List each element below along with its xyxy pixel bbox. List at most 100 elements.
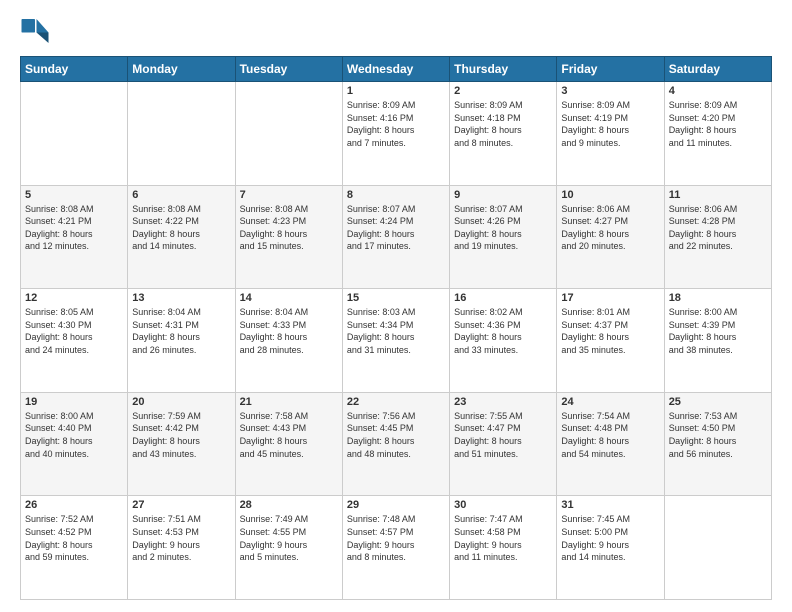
day-number: 25 [669,396,767,408]
calendar-cell: 28 Sunrise: 7:49 AM Sunset: 4:55 PM Dayli… [235,496,342,600]
calendar-cell: 31 Sunrise: 7:45 AM Sunset: 5:00 PM Dayli… [557,496,664,600]
day-info: Sunrise: 7:59 AM Sunset: 4:42 PM Dayligh… [132,410,230,460]
day-number: 22 [347,396,445,408]
calendar-week-row: 19 Sunrise: 8:00 AM Sunset: 4:40 PM Dayli… [21,392,772,496]
weekday-header: Friday [557,57,664,82]
day-info: Sunrise: 8:03 AM Sunset: 4:34 PM Dayligh… [347,306,445,356]
calendar-cell: 10 Sunrise: 8:06 AM Sunset: 4:27 PM Dayli… [557,185,664,289]
day-info: Sunrise: 8:01 AM Sunset: 4:37 PM Dayligh… [561,306,659,356]
day-number: 17 [561,292,659,304]
day-number: 7 [240,189,338,201]
day-info: Sunrise: 7:54 AM Sunset: 4:48 PM Dayligh… [561,410,659,460]
day-number: 26 [25,499,123,511]
day-info: Sunrise: 7:49 AM Sunset: 4:55 PM Dayligh… [240,513,338,563]
calendar-cell: 5 Sunrise: 8:08 AM Sunset: 4:21 PM Daylig… [21,185,128,289]
calendar-cell: 14 Sunrise: 8:04 AM Sunset: 4:33 PM Dayli… [235,289,342,393]
day-info: Sunrise: 8:06 AM Sunset: 4:28 PM Dayligh… [669,203,767,253]
calendar-week-row: 1 Sunrise: 8:09 AM Sunset: 4:16 PM Daylig… [21,82,772,186]
logo [20,16,54,46]
day-info: Sunrise: 7:55 AM Sunset: 4:47 PM Dayligh… [454,410,552,460]
calendar-week-row: 5 Sunrise: 8:08 AM Sunset: 4:21 PM Daylig… [21,185,772,289]
calendar-cell [128,82,235,186]
day-info: Sunrise: 7:51 AM Sunset: 4:53 PM Dayligh… [132,513,230,563]
day-info: Sunrise: 7:52 AM Sunset: 4:52 PM Dayligh… [25,513,123,563]
day-number: 27 [132,499,230,511]
day-info: Sunrise: 7:56 AM Sunset: 4:45 PM Dayligh… [347,410,445,460]
day-info: Sunrise: 8:08 AM Sunset: 4:23 PM Dayligh… [240,203,338,253]
calendar-week-row: 12 Sunrise: 8:05 AM Sunset: 4:30 PM Dayli… [21,289,772,393]
calendar-cell: 22 Sunrise: 7:56 AM Sunset: 4:45 PM Dayli… [342,392,449,496]
calendar-cell: 11 Sunrise: 8:06 AM Sunset: 4:28 PM Dayli… [664,185,771,289]
calendar-cell: 13 Sunrise: 8:04 AM Sunset: 4:31 PM Dayli… [128,289,235,393]
weekday-header: Saturday [664,57,771,82]
calendar-cell: 15 Sunrise: 8:03 AM Sunset: 4:34 PM Dayli… [342,289,449,393]
calendar-cell: 8 Sunrise: 8:07 AM Sunset: 4:24 PM Daylig… [342,185,449,289]
calendar-cell: 7 Sunrise: 8:08 AM Sunset: 4:23 PM Daylig… [235,185,342,289]
day-number: 24 [561,396,659,408]
day-info: Sunrise: 7:47 AM Sunset: 4:58 PM Dayligh… [454,513,552,563]
day-number: 9 [454,189,552,201]
day-number: 19 [25,396,123,408]
page: SundayMondayTuesdayWednesdayThursdayFrid… [0,0,792,612]
day-number: 28 [240,499,338,511]
weekday-header: Sunday [21,57,128,82]
weekday-header: Thursday [450,57,557,82]
day-info: Sunrise: 8:06 AM Sunset: 4:27 PM Dayligh… [561,203,659,253]
calendar-cell: 4 Sunrise: 8:09 AM Sunset: 4:20 PM Daylig… [664,82,771,186]
calendar-cell: 2Sunrise: 8:09 AM Sunset: 4:18 PM Daylig… [450,82,557,186]
day-info: Sunrise: 8:00 AM Sunset: 4:40 PM Dayligh… [25,410,123,460]
day-info: Sunrise: 8:07 AM Sunset: 4:24 PM Dayligh… [347,203,445,253]
day-number: 16 [454,292,552,304]
day-number: 15 [347,292,445,304]
day-number: 31 [561,499,659,511]
calendar-table: SundayMondayTuesdayWednesdayThursdayFrid… [20,56,772,600]
day-number: 14 [240,292,338,304]
calendar-cell: 21Sunrise: 7:58 AM Sunset: 4:43 PM Dayli… [235,392,342,496]
day-info: Sunrise: 8:09 AM Sunset: 4:20 PM Dayligh… [669,99,767,149]
weekday-header: Wednesday [342,57,449,82]
day-number: 13 [132,292,230,304]
day-info: Sunrise: 7:58 AM Sunset: 4:43 PM Dayligh… [240,410,338,460]
calendar-cell: 27 Sunrise: 7:51 AM Sunset: 4:53 PM Dayli… [128,496,235,600]
day-number: 12 [25,292,123,304]
day-info: Sunrise: 8:09 AM Sunset: 4:16 PM Dayligh… [347,99,445,149]
day-number: 3 [561,85,659,97]
calendar-week-row: 26 Sunrise: 7:52 AM Sunset: 4:52 PM Dayli… [21,496,772,600]
calendar-cell: 20 Sunrise: 7:59 AM Sunset: 4:42 PM Dayli… [128,392,235,496]
day-number: 8 [347,189,445,201]
day-info: Sunrise: 8:04 AM Sunset: 4:31 PM Dayligh… [132,306,230,356]
calendar-cell: 23Sunrise: 7:55 AM Sunset: 4:47 PM Dayli… [450,392,557,496]
calendar-cell: 24 Sunrise: 7:54 AM Sunset: 4:48 PM Dayli… [557,392,664,496]
calendar-cell: 18 Sunrise: 8:00 AM Sunset: 4:39 PM Dayli… [664,289,771,393]
calendar-cell: 9Sunrise: 8:07 AM Sunset: 4:26 PM Daylig… [450,185,557,289]
day-number: 30 [454,499,552,511]
calendar-cell: 6Sunrise: 8:08 AM Sunset: 4:22 PM Daylig… [128,185,235,289]
day-info: Sunrise: 7:53 AM Sunset: 4:50 PM Dayligh… [669,410,767,460]
day-info: Sunrise: 8:08 AM Sunset: 4:21 PM Dayligh… [25,203,123,253]
calendar-cell: 19 Sunrise: 8:00 AM Sunset: 4:40 PM Dayli… [21,392,128,496]
day-number: 2 [454,85,552,97]
calendar-cell: 12 Sunrise: 8:05 AM Sunset: 4:30 PM Dayli… [21,289,128,393]
calendar-cell: 3Sunrise: 8:09 AM Sunset: 4:19 PM Daylig… [557,82,664,186]
day-info: Sunrise: 7:45 AM Sunset: 5:00 PM Dayligh… [561,513,659,563]
day-number: 1 [347,85,445,97]
day-info: Sunrise: 8:02 AM Sunset: 4:36 PM Dayligh… [454,306,552,356]
day-number: 6 [132,189,230,201]
day-number: 5 [25,189,123,201]
day-number: 10 [561,189,659,201]
day-number: 4 [669,85,767,97]
day-number: 20 [132,396,230,408]
day-info: Sunrise: 8:00 AM Sunset: 4:39 PM Dayligh… [669,306,767,356]
calendar-cell [235,82,342,186]
day-number: 18 [669,292,767,304]
day-info: Sunrise: 8:05 AM Sunset: 4:30 PM Dayligh… [25,306,123,356]
day-number: 11 [669,189,767,201]
logo-icon [20,16,50,46]
calendar-cell: 26 Sunrise: 7:52 AM Sunset: 4:52 PM Dayli… [21,496,128,600]
calendar-cell [664,496,771,600]
calendar-cell: 30 Sunrise: 7:47 AM Sunset: 4:58 PM Dayli… [450,496,557,600]
day-info: Sunrise: 8:04 AM Sunset: 4:33 PM Dayligh… [240,306,338,356]
weekday-header: Monday [128,57,235,82]
day-number: 29 [347,499,445,511]
calendar-header-row: SundayMondayTuesdayWednesdayThursdayFrid… [21,57,772,82]
